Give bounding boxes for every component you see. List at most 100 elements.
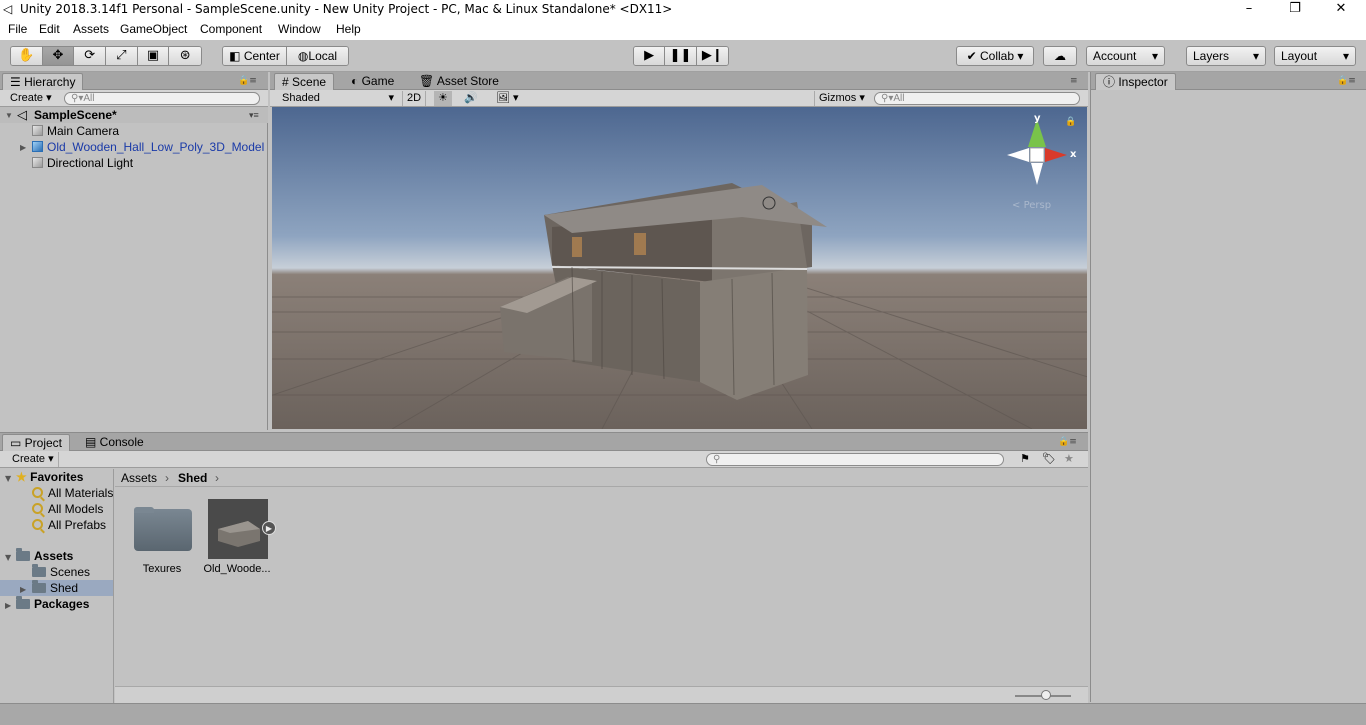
star-icon: ★ xyxy=(16,470,27,484)
menu-window[interactable]: Window xyxy=(278,22,321,36)
shading-dropdown[interactable]: Shaded ▾ xyxy=(278,91,396,106)
scene-toolbar: Shaded ▾ 2D ☀ 🔊 🖼 ▾ Gizmos ▾ ⚲▾All xyxy=(270,90,1088,107)
favorite-item[interactable]: All Materials xyxy=(32,486,113,500)
project-tab-label: Project xyxy=(24,436,63,450)
menu-help[interactable]: Help xyxy=(336,22,361,36)
asset-item-folder[interactable]: Texures xyxy=(132,507,194,577)
packages-header[interactable]: Packages xyxy=(16,596,90,611)
tab-project[interactable]: ▭ Project xyxy=(2,434,71,451)
scene-header-row[interactable]: ▼ ◁ SampleScene* ▾≡ xyxy=(0,107,268,123)
item-label: All Models xyxy=(48,502,104,516)
scene-gizmo xyxy=(1007,119,1067,185)
asset-item-model[interactable]: ▶ Old_Woode... xyxy=(203,497,276,577)
scene-viewport[interactable]: y x 🔒 < Persp xyxy=(272,107,1087,429)
transform-tool-icon[interactable]: ⊛ xyxy=(169,47,201,65)
project-search-input[interactable]: ⚲ xyxy=(706,453,1004,466)
menu-assets[interactable]: Assets xyxy=(73,22,109,36)
hierarchy-item[interactable]: Old_Wooden_Hall_Low_Poly_3D_Model xyxy=(32,140,264,154)
hierarchy-search-input[interactable]: ⚲▾All xyxy=(64,92,260,105)
pause-icon[interactable]: ❚❚ xyxy=(665,47,697,65)
expand-arrow-icon[interactable]: ▶ xyxy=(5,601,11,610)
breadcrumb-assets[interactable]: Assets xyxy=(121,471,157,485)
item-label: Main Camera xyxy=(47,124,120,138)
pivot-local-button[interactable]: ◍Local xyxy=(286,47,348,65)
lock-icon[interactable]: 🔒≡ xyxy=(1058,437,1077,447)
expand-arrow-icon[interactable]: ▼ xyxy=(5,474,11,483)
favorite-item[interactable]: All Models xyxy=(32,502,103,516)
account-dropdown[interactable]: Account ▾ xyxy=(1086,46,1165,66)
gizmos-dropdown[interactable]: Gizmos ▾ xyxy=(814,91,869,106)
close-button[interactable]: ✕ xyxy=(1318,0,1364,19)
audio-icon[interactable]: 🔊 xyxy=(460,91,482,106)
favorite-star-icon[interactable]: ★ xyxy=(1064,452,1074,465)
layout-dropdown[interactable]: Layout ▾ xyxy=(1274,46,1356,66)
prefab-icon xyxy=(32,141,43,152)
menu-gameobject[interactable]: GameObject xyxy=(120,22,187,36)
folder-icon xyxy=(134,509,192,551)
menu-edit[interactable]: Edit xyxy=(39,22,60,36)
rect-tool-icon[interactable]: ▣ xyxy=(137,47,170,65)
breadcrumb-shed[interactable]: Shed xyxy=(178,471,207,485)
assets-label: Assets xyxy=(34,549,74,563)
scene-menu-icon[interactable]: ▾≡ xyxy=(249,110,259,121)
inspector-tab-label: Inspector xyxy=(1118,75,1168,89)
expand-arrow-icon[interactable]: ▼ xyxy=(5,553,11,562)
favorite-item[interactable]: All Prefabs xyxy=(32,518,106,532)
hand-tool-icon[interactable]: ✋ xyxy=(11,47,43,65)
tab-hierarchy[interactable]: ☰ Hierarchy xyxy=(2,73,84,90)
scale-tool-icon[interactable]: ⤢ xyxy=(106,47,138,65)
lighting-icon[interactable]: ☀ xyxy=(434,91,452,106)
scene-search-input[interactable]: ⚲▾All xyxy=(874,92,1080,105)
tab-inspector[interactable]: ⓘ Inspector xyxy=(1095,73,1176,90)
tab-console[interactable]: ▤ Console xyxy=(78,434,151,451)
project-panel: ▭ Project ▤ Console 🔒≡ Create ▾ ⚲ ⚑ 🏷 ★ … xyxy=(0,432,1088,703)
item-label: Shed xyxy=(50,581,79,595)
favorites-header[interactable]: ★ Favorites xyxy=(16,470,83,484)
assets-header[interactable]: Assets xyxy=(16,548,74,563)
tab-scene[interactable]: # Scene xyxy=(274,73,335,90)
toggle-2d-button[interactable]: 2D xyxy=(402,91,427,106)
menu-bar: File Edit Assets GameObject Component Wi… xyxy=(0,19,1366,40)
tab-asset-store[interactable]: 🗑 Asset Store xyxy=(412,73,506,90)
effects-icon[interactable]: 🖼 ▾ xyxy=(492,91,523,106)
filter-type-icon[interactable]: ⚑ xyxy=(1020,452,1030,465)
lock-icon[interactable]: 🔒≡ xyxy=(238,76,257,86)
menu-component[interactable]: Component xyxy=(200,22,262,36)
create-label: Create xyxy=(10,92,44,104)
menu-file[interactable]: File xyxy=(8,22,27,36)
folder-item[interactable]: Scenes xyxy=(32,564,90,579)
expand-arrow-icon[interactable]: ▼ xyxy=(5,111,13,120)
layers-label: Layers xyxy=(1193,49,1230,63)
folder-tab-icon xyxy=(134,507,154,513)
hierarchy-item[interactable]: Directional Light xyxy=(32,156,133,170)
play-icon[interactable]: ▶ xyxy=(634,47,666,65)
step-icon[interactable]: ▶❙ xyxy=(696,47,728,65)
folder-item[interactable]: Shed xyxy=(32,580,79,595)
project-create-dropdown[interactable]: Create ▾ xyxy=(8,452,59,467)
expand-arrow-icon[interactable]: ▶ xyxy=(20,585,26,594)
persp-label[interactable]: < Persp xyxy=(1012,200,1051,211)
cloud-icon[interactable]: ☁ xyxy=(1043,46,1077,66)
collab-button[interactable]: ✔ Collab ▾ xyxy=(956,46,1034,66)
layers-dropdown[interactable]: Layers ▾ xyxy=(1186,46,1266,66)
move-tool-icon[interactable]: ✥ xyxy=(42,47,75,65)
pivot-center-button[interactable]: ◧ Center xyxy=(223,47,287,65)
rotate-tool-icon[interactable]: ⟳ xyxy=(74,47,107,65)
hierarchy-create-dropdown[interactable]: Create ▾ xyxy=(6,91,56,106)
hierarchy-item[interactable]: Main Camera xyxy=(32,124,119,138)
filter-label-icon[interactable]: 🏷 xyxy=(1042,452,1056,465)
expand-arrow-icon[interactable]: ▶ xyxy=(20,143,26,152)
minimize-button[interactable]: – xyxy=(1226,0,1272,19)
hierarchy-tabstrip: ☰ Hierarchy 🔒≡ xyxy=(0,72,268,90)
tab-game[interactable]: ◐ Game xyxy=(344,73,401,90)
window-title: Unity 2018.3.14f1 Personal - SampleScene… xyxy=(20,2,673,16)
panel-menu-icon[interactable]: ≡ xyxy=(1070,76,1078,86)
expand-prefab-icon[interactable]: ▶ xyxy=(262,521,276,535)
icon-size-slider-thumb[interactable] xyxy=(1041,690,1051,700)
maximize-button[interactable]: ❐ xyxy=(1272,0,1318,19)
gizmo-lock-icon[interactable]: 🔒 xyxy=(1065,117,1076,127)
lock-icon[interactable]: 🔒≡ xyxy=(1337,76,1356,86)
status-bar xyxy=(0,703,1366,725)
packages-label: Packages xyxy=(34,597,90,611)
model-thumbnail xyxy=(208,499,268,559)
